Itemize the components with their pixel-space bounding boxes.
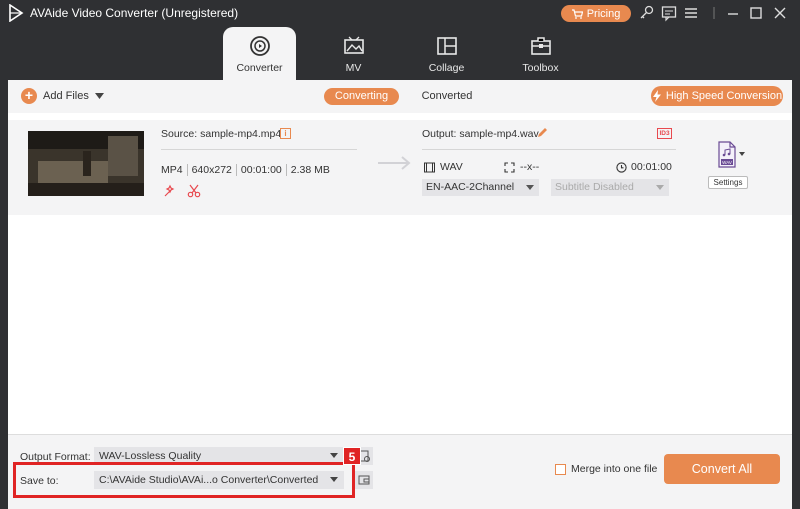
tab-mv[interactable]: MV [317, 27, 390, 80]
source-format: MP4 [161, 164, 188, 176]
output-duration-value: 00:01:00 [631, 161, 672, 173]
tab-converting[interactable]: Converting [324, 88, 399, 105]
clock-icon [616, 161, 627, 173]
high-speed-label: High Speed Conversion [665, 90, 783, 102]
enhance-icon[interactable] [163, 184, 177, 198]
audio-track-value: EN-AAC-2Channel [426, 181, 515, 193]
scissors-icon[interactable] [187, 184, 201, 198]
app-logo-icon [9, 4, 24, 22]
maximize-icon[interactable] [747, 4, 765, 22]
converter-icon [249, 36, 270, 56]
subtitle-value: Subtitle Disabled [555, 181, 634, 193]
feedback-icon[interactable] [660, 4, 678, 22]
merge-option[interactable]: Merge into one file [555, 463, 657, 475]
output-format: WAV [424, 161, 463, 173]
pricing-label: Pricing [586, 7, 621, 20]
pricing-button[interactable]: Pricing [561, 5, 631, 22]
source-metadata: MP4 640x272 00:01:00 2.38 MB [161, 164, 334, 176]
wav-file-icon[interactable]: WAV [707, 140, 747, 170]
edit-icon[interactable] [537, 127, 548, 138]
convert-all-button[interactable]: Convert All [664, 454, 780, 484]
source-resolution: 640x272 [188, 164, 237, 176]
file-item: Source: sample-mp4.mp4 i MP4 640x272 00:… [8, 120, 792, 215]
resize-icon [504, 161, 515, 173]
tab-toolbox-label: Toolbox [522, 62, 559, 74]
converter-toolbar: + Add Files Converting Converted High Sp… [8, 80, 792, 113]
close-icon[interactable] [771, 4, 789, 22]
lightning-icon [652, 90, 661, 102]
source-filename: Source: sample-mp4.mp4 [161, 128, 282, 140]
output-format-select-value: WAV-Lossless Quality [99, 450, 202, 462]
source-size: 2.38 MB [290, 164, 330, 176]
app-title: AVAide Video Converter (Unregistered) [30, 6, 239, 20]
tab-collage[interactable]: Collage [410, 27, 483, 80]
chevron-down-icon[interactable] [94, 93, 104, 99]
minimize-icon[interactable] [724, 4, 742, 22]
info-icon[interactable]: i [280, 128, 291, 139]
open-folder-button[interactable] [355, 471, 373, 489]
bottom-bar: Output Format: WAV-Lossless Quality Save… [8, 434, 792, 509]
video-thumbnail[interactable] [28, 131, 144, 196]
tab-toolbox[interactable]: Toolbox [504, 27, 577, 80]
arrow-right-icon [378, 156, 411, 170]
output-resolution: --x-- [504, 161, 539, 173]
settings-button[interactable]: Settings [708, 176, 748, 189]
divider [422, 149, 676, 150]
add-files-button[interactable]: + Add Files [21, 88, 104, 104]
tab-mv-label: MV [345, 62, 362, 74]
title-bar: AVAide Video Converter (Unregistered) Pr… [0, 0, 800, 80]
tab-converter[interactable]: Converter [223, 27, 296, 80]
menu-icon[interactable] [682, 4, 700, 22]
output-format-value: WAV [440, 161, 463, 173]
add-files-label: Add Files [43, 90, 89, 102]
chevron-down-icon [526, 185, 534, 190]
film-icon [424, 162, 435, 172]
merge-label: Merge into one file [571, 463, 658, 475]
key-icon[interactable] [638, 4, 656, 22]
merge-checkbox[interactable] [555, 463, 566, 475]
divider [161, 149, 357, 150]
mv-icon [343, 36, 364, 54]
toolbox-icon [530, 37, 551, 55]
source-duration: 00:01:00 [237, 164, 287, 176]
step-badge: 5 [343, 447, 361, 465]
chevron-down-icon [656, 185, 664, 190]
plus-icon: + [21, 88, 37, 104]
output-filename: Output: sample-mp4.wav [422, 128, 539, 140]
tab-converter-label: Converter [236, 62, 283, 74]
converter-panel: + Add Files Converting Converted High Sp… [8, 80, 792, 509]
high-speed-conversion-button[interactable]: High Speed Conversion [651, 86, 783, 106]
subtitle-dropdown[interactable]: Subtitle Disabled [551, 179, 669, 196]
wav-badge-label: WAV [722, 160, 732, 165]
output-duration: 00:01:00 [616, 161, 672, 173]
collage-icon [436, 37, 457, 55]
tab-converted[interactable]: Converted [417, 88, 477, 105]
edit-tools [163, 184, 201, 198]
id3-icon[interactable]: ID3 [657, 128, 672, 139]
folder-icon [358, 475, 370, 485]
audio-track-dropdown[interactable]: EN-AAC-2Channel [422, 179, 539, 196]
cart-icon [571, 8, 583, 19]
chevron-down-icon [330, 453, 338, 458]
output-resolution-value: --x-- [520, 161, 540, 173]
tab-collage-label: Collage [428, 62, 465, 74]
save-to-highlight [13, 462, 355, 498]
separator-icon [713, 7, 715, 19]
